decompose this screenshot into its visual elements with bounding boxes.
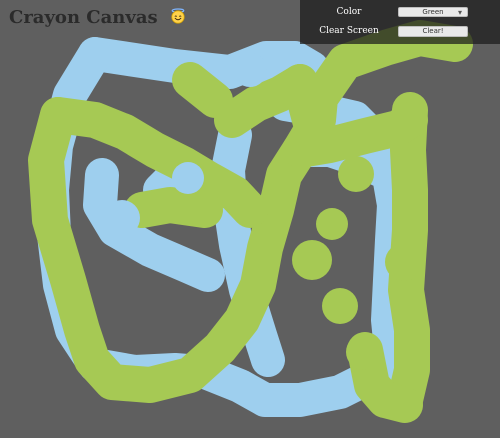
color-label: Color [336, 7, 362, 17]
green-dab-1 [292, 240, 332, 280]
color-select[interactable]: Green ▾ [398, 7, 468, 17]
page-title: Crayon Canvas [9, 7, 186, 29]
clear-button[interactable]: Clear! [398, 25, 468, 37]
color-select-value: Green [422, 8, 444, 16]
green-dab-6 [316, 208, 348, 240]
controls-panel: Color Green ▾ Clear Screen Clear! [300, 0, 500, 44]
green-dab-4 [385, 243, 423, 281]
green-stroke-9 [124, 187, 223, 228]
chevron-down-icon: ▾ [457, 8, 462, 17]
green-dab-5 [338, 156, 374, 192]
green-stroke-8 [172, 62, 233, 118]
green-stroke-4 [282, 64, 328, 138]
color-row: Color Green ▾ [300, 4, 500, 20]
blue-dab-3 [233, 53, 267, 87]
blue-dab-1 [104, 200, 140, 236]
clear-row: Clear Screen Clear! [300, 23, 500, 39]
blue-dab-2 [172, 162, 204, 194]
drawing-canvas[interactable] [0, 0, 500, 438]
green-dab-3 [346, 334, 382, 370]
page-title-text: Crayon Canvas [9, 7, 158, 28]
smiling-face-with-halo-icon [171, 8, 185, 24]
green-dab-2 [322, 288, 358, 324]
crayon-canvas-app: Crayon Canvas Color Green ▾ Clear Screen… [0, 0, 500, 438]
clear-screen-label: Clear Screen [319, 26, 379, 36]
